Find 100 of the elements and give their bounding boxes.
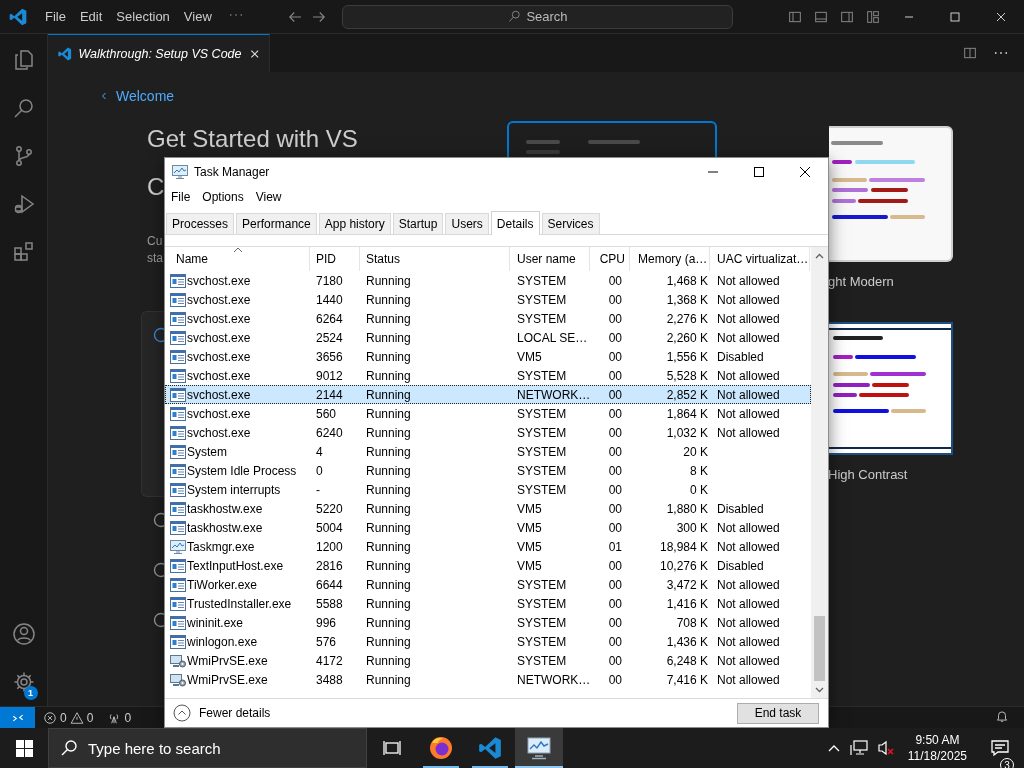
table-cell: svchost.exe xyxy=(187,273,251,288)
column-header[interactable]: User name xyxy=(510,247,590,271)
app-logo-icon xyxy=(8,6,28,27)
table-cell: svchost.exe xyxy=(187,368,251,383)
account-icon[interactable] xyxy=(11,622,36,646)
menu-item[interactable]: Edit xyxy=(72,9,110,24)
table-cell: SYSTEM xyxy=(517,653,567,668)
menu-item[interactable]: View xyxy=(249,190,288,204)
problems-status[interactable]: 0 0 xyxy=(43,710,94,725)
table-cell: Not allowed xyxy=(717,653,780,668)
tab[interactable]: App history xyxy=(318,213,391,234)
table-cell: VM5 xyxy=(517,558,542,573)
start-icon[interactable] xyxy=(15,739,33,757)
chat-bubble-icon[interactable] xyxy=(990,739,1010,757)
tab[interactable]: Services xyxy=(541,213,600,234)
close-icon[interactable] xyxy=(799,166,811,178)
menu-item[interactable]: File xyxy=(38,9,73,24)
command-center[interactable]: Search xyxy=(342,4,733,29)
theme-label: High Contrast xyxy=(828,467,908,482)
table-cell: Not allowed xyxy=(717,387,780,402)
tab[interactable]: Processes xyxy=(166,213,235,234)
window-icon xyxy=(170,634,186,649)
table-cell: Running xyxy=(366,615,411,630)
sort-up-icon xyxy=(233,247,243,253)
table-cell: 6644 xyxy=(316,577,343,592)
ports-status[interactable]: 0 xyxy=(107,710,132,725)
table-cell: 1,556 K xyxy=(666,349,708,364)
maximize-icon[interactable] xyxy=(753,166,765,178)
scroll-up-icon[interactable] xyxy=(815,252,824,259)
page-heading: Get Started with VS xyxy=(147,124,358,154)
network-icon[interactable] xyxy=(849,740,868,756)
column-header[interactable]: Memory (a… xyxy=(630,247,710,271)
table-cell: 18,984 K xyxy=(659,539,708,554)
search-field[interactable]: Type here to search xyxy=(48,728,367,768)
column-header[interactable]: Status xyxy=(360,247,510,271)
table-cell: SYSTEM xyxy=(517,425,567,440)
table-cell: 00 xyxy=(608,311,622,326)
task-view-icon[interactable] xyxy=(382,738,402,758)
window-icon xyxy=(170,425,186,440)
menu-item[interactable]: Selection xyxy=(109,9,177,24)
table-cell: svchost.exe xyxy=(187,425,251,440)
layout-icon[interactable] xyxy=(865,8,881,25)
scroll-down-icon[interactable] xyxy=(815,686,824,693)
tab[interactable]: Users xyxy=(445,213,489,234)
table-cell: taskhostw.exe xyxy=(187,501,263,516)
end-task-button[interactable]: End task xyxy=(737,702,819,724)
table-cell: Disabled xyxy=(717,501,764,516)
column-header[interactable]: CPU xyxy=(590,247,630,271)
bell-icon[interactable] xyxy=(995,709,1009,723)
table-cell: Running xyxy=(366,520,411,535)
table-cell: SYSTEM xyxy=(517,444,567,459)
table-cell: SYSTEM xyxy=(517,634,567,649)
clock[interactable]: 9:50 AM 11/18/2025 xyxy=(907,732,967,764)
fewer-details-link[interactable]: Fewer details xyxy=(173,704,271,722)
window-icon xyxy=(170,615,186,630)
app-logo-icon[interactable] xyxy=(477,735,503,761)
table-cell: svchost.exe xyxy=(187,330,251,345)
column-header[interactable]: UAC virtualizat… xyxy=(710,247,810,271)
monitor-chart-icon[interactable] xyxy=(526,736,552,760)
window-title: Task Manager xyxy=(194,165,270,179)
column-header[interactable]: PID xyxy=(310,247,360,271)
table-cell: 1440 xyxy=(316,292,343,307)
table-cell: 0 xyxy=(316,463,323,478)
table-cell: LOCAL SE… xyxy=(517,330,588,345)
tab[interactable]: Performance xyxy=(236,213,317,234)
table-cell: 1,436 K xyxy=(666,634,708,649)
menu-item[interactable]: Options xyxy=(196,190,250,204)
scrollbar-thumb[interactable] xyxy=(814,616,825,681)
computer-icon xyxy=(170,653,186,668)
theme-card[interactable] xyxy=(829,322,953,455)
tab[interactable]: Details xyxy=(490,211,540,235)
window-icon xyxy=(170,596,186,611)
extensions-icon[interactable] xyxy=(11,240,36,264)
table-cell: System interrupts xyxy=(187,482,281,497)
table-cell: System xyxy=(187,444,227,459)
table-cell: wininit.exe xyxy=(187,615,244,630)
table-cell: Running xyxy=(366,387,411,402)
table-cell: svchost.exe xyxy=(187,387,251,402)
window-icon xyxy=(170,387,186,402)
table-cell: Running xyxy=(366,368,411,383)
back-link[interactable]: Welcome xyxy=(98,88,175,104)
speaker-muted-icon[interactable] xyxy=(876,740,895,756)
table-cell: 2524 xyxy=(316,330,343,345)
table-cell: 1200 xyxy=(316,539,343,554)
split-editor-icon[interactable] xyxy=(962,45,978,61)
notification-badge: 3 xyxy=(1000,758,1014,768)
tab[interactable]: Startup xyxy=(392,213,444,234)
table-cell: winlogon.exe xyxy=(187,634,258,649)
table-cell: SYSTEM xyxy=(517,615,567,630)
menu-item[interactable]: File xyxy=(165,190,197,204)
editor-tab[interactable]: Walkthrough: Setup VS Code xyxy=(48,34,270,72)
table-cell: 00 xyxy=(608,349,622,364)
column-header[interactable]: Name xyxy=(165,247,310,271)
remote-button[interactable] xyxy=(0,707,35,728)
table-cell: 00 xyxy=(608,577,622,592)
menu-item[interactable]: View xyxy=(176,9,219,24)
browser-icon[interactable] xyxy=(428,735,454,761)
table-cell: VM5 xyxy=(517,539,542,554)
table-cell: 00 xyxy=(608,463,622,478)
table-cell: Running xyxy=(366,311,411,326)
